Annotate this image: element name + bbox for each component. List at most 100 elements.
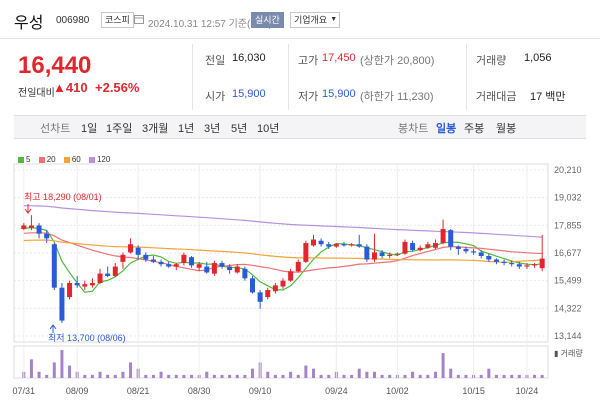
- volume-bar: [220, 374, 224, 378]
- ma-line-20: [23, 232, 543, 273]
- volume-bar: [441, 353, 445, 378]
- candle-body: [532, 264, 538, 266]
- volume-bar: [182, 374, 186, 378]
- volume-bar: [327, 374, 331, 378]
- volume-bar: [52, 362, 56, 378]
- volume-bar: [426, 374, 430, 378]
- volume-bar: [190, 374, 194, 378]
- candle-body: [128, 244, 134, 253]
- volume-bar: [289, 371, 293, 378]
- candle-body: [158, 261, 164, 265]
- volume-bar: [121, 371, 125, 378]
- high-annotation: 최고 18,290 (08/01): [24, 192, 102, 202]
- candle-body: [493, 259, 499, 262]
- volume-label: ▮ 거래량: [554, 348, 583, 358]
- candle-body: [59, 287, 65, 321]
- candle-body: [112, 266, 118, 276]
- volume-bar: [357, 368, 361, 378]
- y-tick-label: 13,144: [554, 331, 582, 341]
- volume-bar: [90, 374, 94, 378]
- x-tick-label: 08/30: [188, 386, 211, 396]
- low-arrow-icon: [49, 324, 57, 333]
- volume-bar: [106, 374, 110, 378]
- volume-bar: [281, 374, 285, 378]
- volume-bar: [418, 374, 422, 378]
- candle-body: [402, 241, 408, 254]
- volume-bar: [243, 374, 247, 378]
- volume-bar: [174, 374, 178, 378]
- y-tick-label: 14,322: [554, 303, 582, 313]
- volume-bar: [151, 374, 155, 378]
- x-tick-label: 10/15: [462, 386, 485, 396]
- volume-bar: [464, 374, 468, 378]
- volume-bar: [129, 362, 133, 378]
- volume-bar: [212, 374, 216, 378]
- candle-body: [135, 247, 141, 255]
- volume-bar: [433, 371, 437, 378]
- candle-body: [341, 244, 347, 246]
- volume-bar: [350, 374, 354, 378]
- candle-body: [280, 280, 286, 287]
- volume-bar: [502, 374, 506, 378]
- candle-body: [463, 248, 469, 252]
- y-tick-label: 16,677: [554, 248, 582, 258]
- candle-body: [74, 283, 80, 286]
- x-tick-label: 08/21: [127, 386, 150, 396]
- low-annotation: 최저 13,700 (08/06): [48, 333, 126, 343]
- candle-body: [455, 246, 461, 249]
- volume-bar: [388, 374, 392, 378]
- candle-body: [387, 254, 393, 256]
- volume-bar: [296, 374, 300, 378]
- candle-body: [524, 265, 530, 267]
- candle-body: [471, 251, 477, 253]
- volume-bar: [60, 350, 64, 378]
- candle-body: [478, 252, 484, 256]
- volume-bar: [167, 374, 171, 378]
- volume-bar: [365, 371, 369, 378]
- candle-body: [181, 254, 187, 264]
- candle-body: [448, 230, 454, 247]
- volume-bar: [517, 374, 521, 378]
- volume-bar: [29, 359, 33, 378]
- candle-body: [211, 263, 217, 274]
- volume-bar: [98, 371, 102, 378]
- candle-body: [120, 254, 126, 262]
- candle-body: [333, 244, 339, 247]
- candle-body: [516, 264, 522, 267]
- candle-body: [166, 264, 172, 267]
- candle-body: [410, 243, 416, 251]
- candle-body: [196, 264, 202, 268]
- candle-body: [28, 225, 34, 228]
- volume-bar: [144, 374, 148, 378]
- candle-body: [272, 285, 278, 292]
- volume-bar: [228, 374, 232, 378]
- volume-bar: [45, 374, 49, 378]
- candle-body: [242, 268, 248, 279]
- volume-bar: [380, 374, 384, 378]
- volume-bar: [37, 371, 41, 378]
- candle-body: [486, 255, 492, 260]
- candle-body: [440, 228, 446, 244]
- candle-body: [227, 266, 233, 271]
- x-tick-label: 10/02: [386, 386, 409, 396]
- volume-bar: [510, 374, 514, 378]
- candle-body: [432, 243, 438, 248]
- candle-body: [250, 278, 256, 293]
- volume-bar: [113, 374, 117, 378]
- candle-body: [501, 261, 507, 264]
- x-tick-label: 08/09: [66, 386, 89, 396]
- candle-body: [173, 264, 179, 267]
- volume-bar: [68, 365, 72, 378]
- candle-body: [219, 263, 225, 267]
- volume-bar: [372, 371, 376, 378]
- x-tick-label: 09/24: [325, 386, 348, 396]
- volume-bar: [319, 374, 323, 378]
- candle-body: [417, 247, 423, 251]
- candle-body: [44, 233, 50, 239]
- candle-body: [379, 252, 385, 256]
- candle-body: [349, 244, 355, 246]
- candle-body: [189, 257, 195, 266]
- y-tick-label: 15,499: [554, 276, 582, 286]
- candle-body: [105, 273, 111, 276]
- candle-body: [97, 273, 103, 284]
